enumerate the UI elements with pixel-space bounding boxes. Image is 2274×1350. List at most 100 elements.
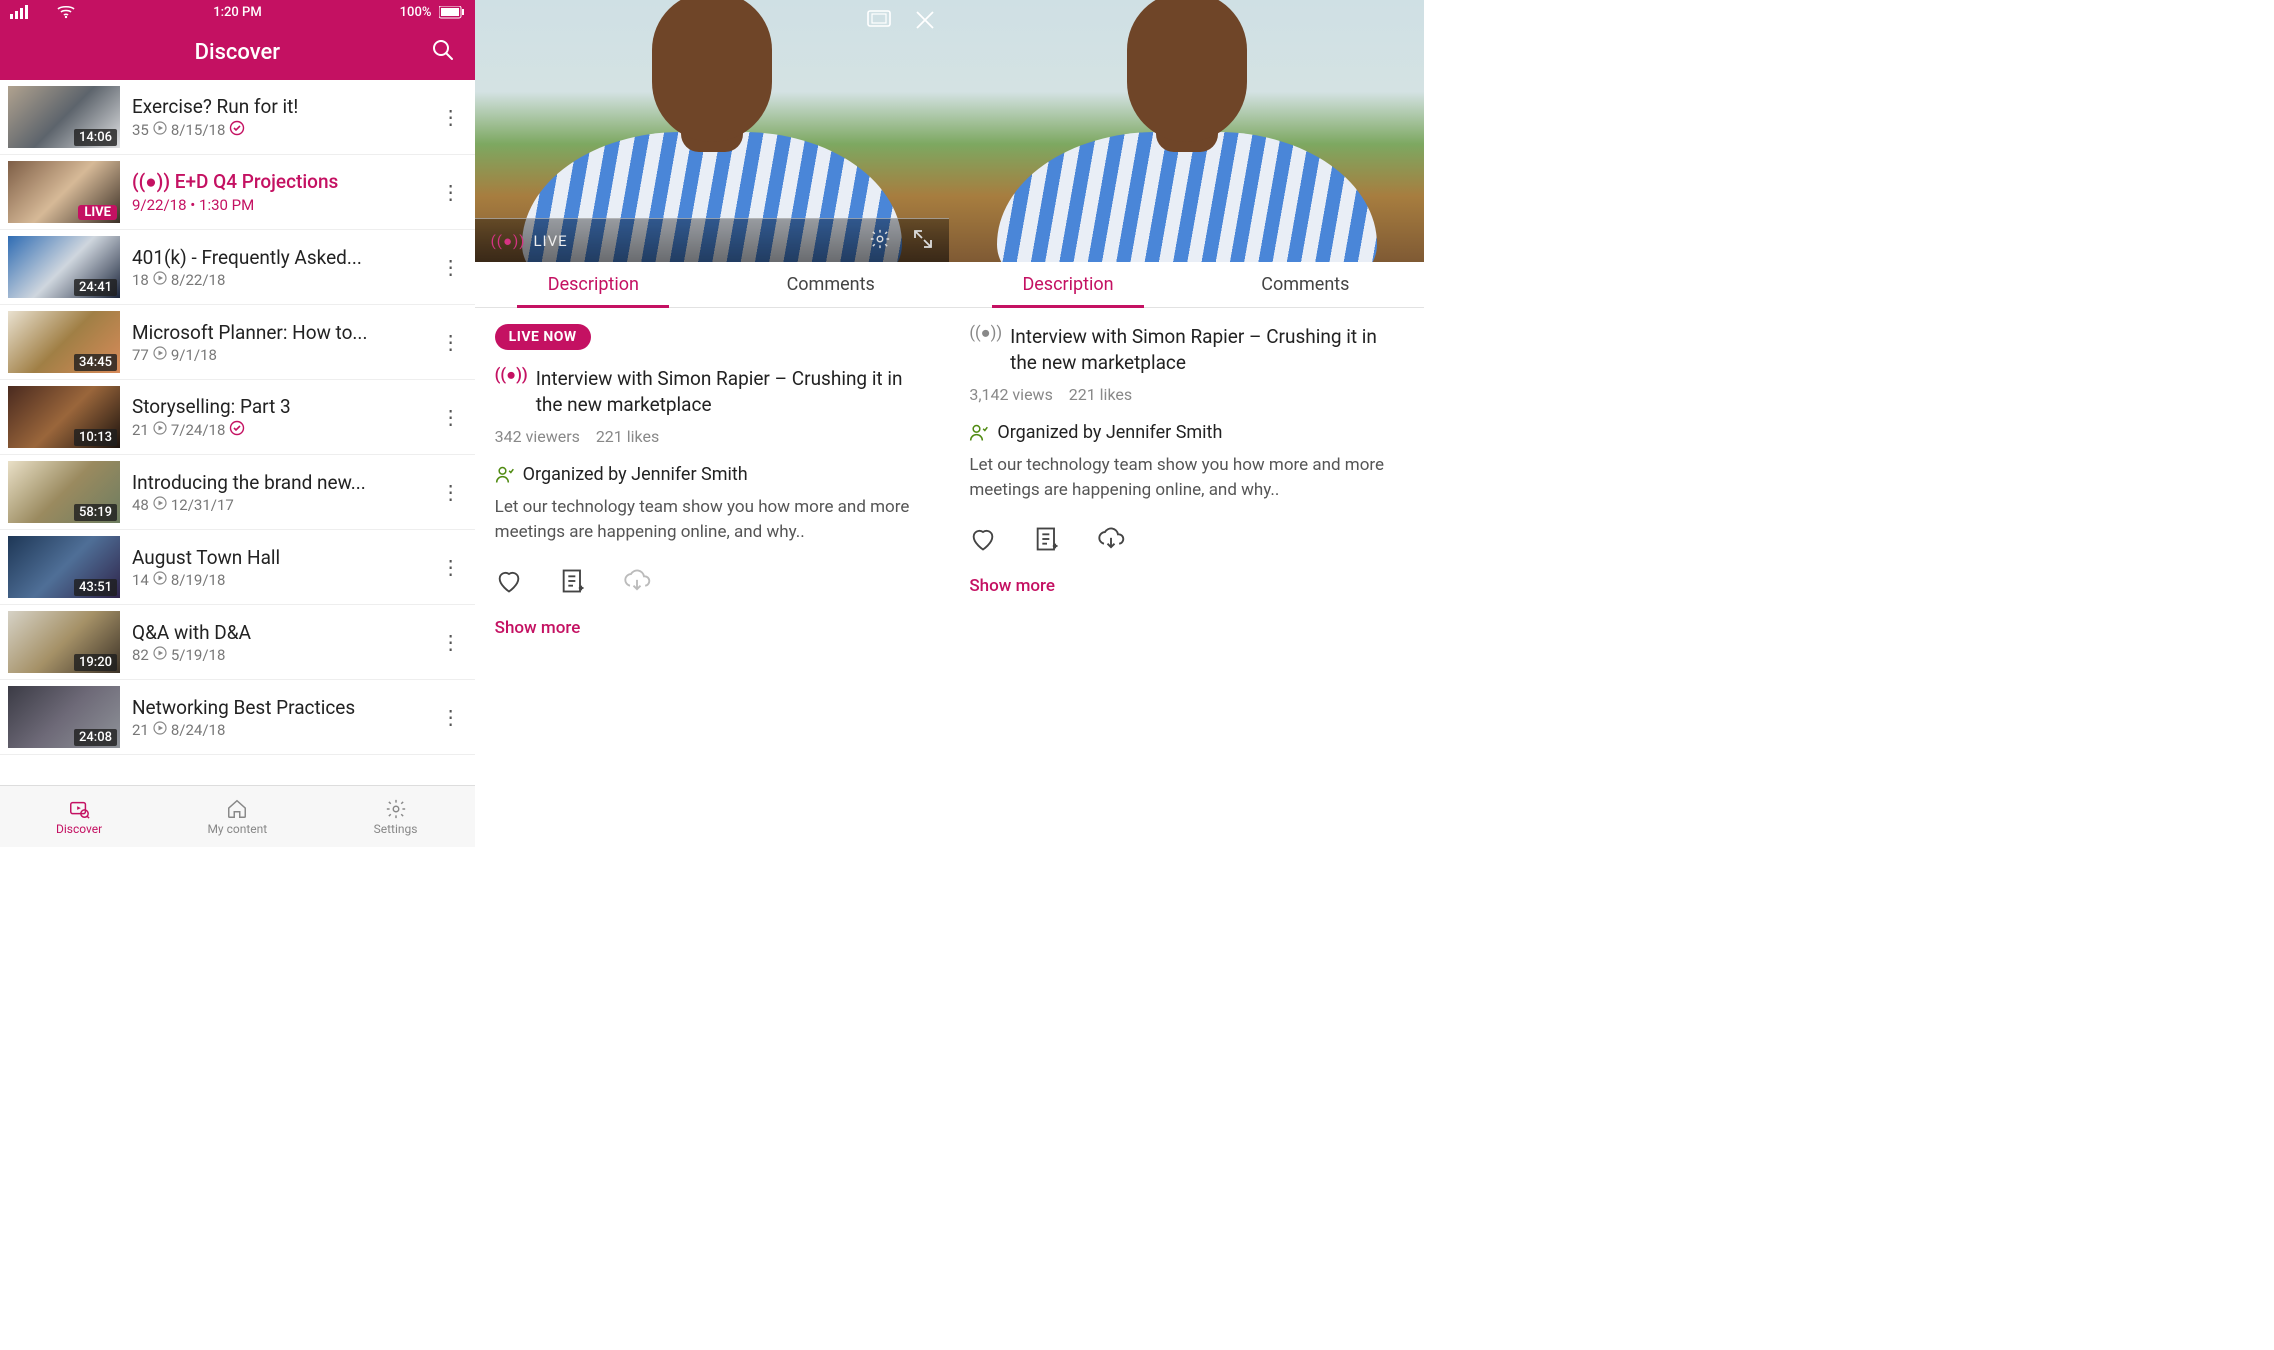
list-item[interactable]: 43:51 August Town Hall 14 8/19/18⋮ (0, 530, 475, 605)
list-item[interactable]: 19:20 Q&A with D&A 82 5/19/18⋮ (0, 605, 475, 680)
duration-label: 34:45 (74, 354, 117, 371)
play-count-icon (153, 346, 167, 364)
heart-icon (495, 567, 523, 595)
tabs-live: Description Comments (475, 262, 950, 308)
duration-label: 19:20 (74, 654, 117, 671)
nav-discover[interactable]: Discover (0, 786, 158, 847)
cloud-download-icon (1097, 525, 1125, 553)
heart-icon (969, 525, 997, 553)
tab-comments[interactable]: Comments (712, 262, 949, 307)
more-button[interactable]: ⋮ (435, 480, 467, 504)
tab-description[interactable]: Description (949, 262, 1186, 307)
organizer-label: Organized by Jennifer Smith (523, 464, 748, 485)
search-button[interactable] (431, 38, 455, 66)
list-item[interactable]: 24:41 401(k) - Frequently Asked... 18 8/22… (0, 230, 475, 305)
download-button[interactable] (1097, 525, 1125, 558)
video-title: Interview with Simon Rapier – Crushing i… (1010, 324, 1404, 375)
item-title: 401(k) - Frequently Asked... (132, 246, 435, 269)
tab-description[interactable]: Description (475, 262, 712, 307)
list-add-icon (559, 567, 587, 595)
duration-label: 14:06 (74, 129, 117, 146)
broadcast-icon: ((●)) (495, 366, 528, 385)
list-item[interactable]: LIVE((●)) E+D Q4 Projections9/22/18 • 1:… (0, 155, 475, 230)
discover-pane: 1:20 PM 100% Discover 14:06Exercise? Run… (0, 0, 475, 847)
play-count-icon (153, 646, 167, 664)
status-time: 1:20 PM (213, 5, 262, 20)
more-button[interactable]: ⋮ (435, 180, 467, 204)
discover-icon (68, 798, 90, 820)
show-more-button[interactable]: Show more (495, 618, 930, 638)
show-more-button[interactable]: Show more (969, 576, 1404, 596)
list-add-icon (1033, 525, 1061, 553)
cast-button[interactable] (867, 10, 891, 34)
video-list[interactable]: 14:06Exercise? Run for it!35 8/15/18 ⋮ LI… (0, 80, 475, 785)
download-button (623, 567, 651, 600)
settings-button[interactable] (869, 228, 891, 254)
thumbnail: 24:08 (8, 686, 120, 748)
duration-label: 43:51 (74, 579, 117, 596)
thumbnail: 58:19 (8, 461, 120, 523)
item-meta: 82 5/19/18 (132, 646, 435, 664)
video-area-vod[interactable] (949, 0, 1424, 262)
item-meta: 35 8/15/18 (132, 120, 435, 140)
item-title: Q&A with D&A (132, 621, 435, 644)
list-item[interactable]: 24:08Networking Best Practices21 8/24/18… (0, 680, 475, 755)
thumbnail: 10:13 (8, 386, 120, 448)
more-button[interactable]: ⋮ (435, 330, 467, 354)
live-badge: LIVE (78, 205, 117, 220)
more-button[interactable]: ⋮ (435, 630, 467, 654)
details-vod: ((●)) Interview with Simon Rapier – Crus… (949, 308, 1424, 612)
more-button[interactable]: ⋮ (435, 255, 467, 279)
item-meta: 18 8/22/18 (132, 271, 435, 289)
details-live: LIVE NOW ((●)) Interview with Simon Rapi… (475, 308, 950, 654)
list-item[interactable]: 10:13Storyselling: Part 321 7/24/18 ⋮ (0, 380, 475, 455)
add-to-list-button[interactable] (1033, 525, 1061, 558)
item-meta: 48 12/31/17 (132, 496, 435, 514)
live-indicator: ((●)) LIVE (491, 232, 568, 250)
status-bar: 1:20 PM 100% (0, 0, 475, 24)
list-item[interactable]: 58:19Introducing the brand new...48 12/3… (0, 455, 475, 530)
expand-icon (913, 229, 933, 249)
like-button[interactable] (969, 525, 997, 558)
cast-icon (867, 10, 891, 30)
play-count-icon (153, 721, 167, 739)
thumbnail: LIVE (8, 161, 120, 223)
more-button[interactable]: ⋮ (435, 555, 467, 579)
tab-comments[interactable]: Comments (1187, 262, 1424, 307)
item-title: ((●)) E+D Q4 Projections (132, 170, 435, 194)
discover-header: Discover (0, 24, 475, 80)
more-button[interactable]: ⋮ (435, 405, 467, 429)
like-button[interactable] (495, 567, 523, 600)
person-icon (969, 423, 989, 443)
wifi-icon (57, 5, 75, 19)
play-count-icon (153, 496, 167, 514)
list-item[interactable]: 34:45Microsoft Planner: How to...77 9/1/… (0, 305, 475, 380)
item-meta: 14 8/19/18 (132, 571, 435, 589)
play-count-icon (153, 121, 167, 139)
tabs-vod: Description Comments (949, 262, 1424, 308)
person-icon (495, 465, 515, 485)
item-meta: 21 7/24/18 (132, 420, 435, 440)
gear-icon (385, 798, 407, 820)
item-title: August Town Hall (132, 546, 435, 569)
home-icon (226, 798, 248, 820)
video-description: Let our technology team show you how mor… (495, 495, 930, 544)
add-to-list-button[interactable] (559, 567, 587, 600)
close-button[interactable] (915, 10, 935, 34)
fullscreen-button[interactable] (913, 229, 933, 253)
item-meta: 77 9/1/18 (132, 346, 435, 364)
more-button[interactable]: ⋮ (435, 105, 467, 129)
more-button[interactable]: ⋮ (435, 705, 467, 729)
play-count-icon (153, 421, 167, 439)
video-area-live[interactable]: ((●)) LIVE (475, 0, 950, 262)
nav-mycontent[interactable]: My content (158, 786, 316, 847)
thumbnail: 14:06 (8, 86, 120, 148)
battery-icon (439, 6, 465, 19)
duration-label: 24:41 (74, 279, 117, 296)
list-item[interactable]: 14:06Exercise? Run for it!35 8/15/18 ⋮ (0, 80, 475, 155)
thumbnail: 19:20 (8, 611, 120, 673)
page-title: Discover (195, 40, 280, 65)
nav-settings[interactable]: Settings (316, 786, 474, 847)
duration-label: 24:08 (74, 729, 117, 746)
status-right: 100% (400, 5, 465, 20)
